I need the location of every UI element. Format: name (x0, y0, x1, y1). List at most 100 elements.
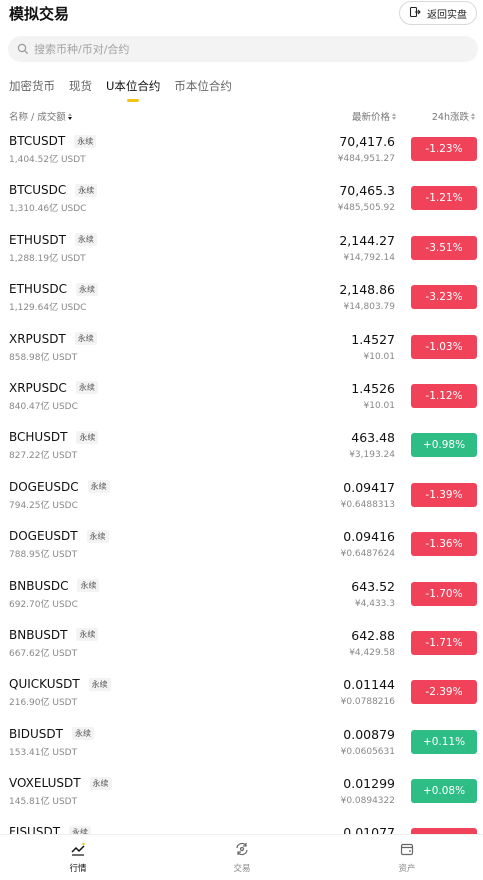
change-badge[interactable]: -1.39% (411, 482, 477, 507)
tabbar-trade-label: 交易 (233, 864, 251, 874)
last-price: 0.01144 (343, 677, 395, 693)
change-badge[interactable]: +0.98% (411, 433, 477, 458)
last-price: 463.48 (351, 430, 395, 446)
tabbar-market[interactable]: 行情 (48, 841, 108, 874)
tab-crypto[interactable]: 加密货币 (9, 78, 55, 102)
market-row[interactable]: VOXELUSDT 永续 145.81亿 USDT 0.01299 ¥0.0894322… (0, 767, 483, 816)
market-row[interactable]: BNBUSDC 永续 692.70亿 USDC 643.52 ¥4,433.3 -1.70… (0, 570, 483, 619)
market-list: BTCUSDT 永续 1,404.52亿 USDT 70,417.6 ¥484,951.… (0, 125, 483, 835)
symbol-group: ETHUSDC 永续 (9, 282, 98, 296)
perpetual-badge: 永续 (75, 282, 98, 296)
symbol-name: BTCUSDT (9, 134, 66, 148)
header: 模拟交易 返回实盘 (0, 0, 483, 30)
tabbar-assets-label: 资产 (398, 864, 416, 874)
tabbar-assets[interactable]: 资产 (377, 841, 437, 874)
perpetual-badge: 永续 (71, 727, 94, 741)
symbol-group: XRPUSDT 永续 (9, 332, 97, 346)
cny-price: ¥484,951.27 (337, 154, 395, 164)
market-row[interactable]: BCHUSDT 永续 827.22亿 USDT 463.48 ¥3,193.24 +0.9… (0, 421, 483, 470)
volume-text: 1,129.64亿 USDC (9, 303, 87, 314)
change-badge[interactable]: -1.70% (411, 581, 477, 606)
market-row[interactable]: ETHUSDC 永续 1,129.64亿 USDC 2,148.86 ¥14,803.7… (0, 273, 483, 322)
market-row[interactable]: DOGEUSDT 永续 788.95亿 USDT 0.09416 ¥0.6487624 -… (0, 520, 483, 569)
market-row[interactable]: XRPUSDC 永续 840.47亿 USDC 1.4526 ¥10.01 -1.12% (0, 372, 483, 421)
tab-coin-futures[interactable]: 币本位合约 (174, 78, 232, 102)
back-to-live-button[interactable]: 返回实盘 (399, 1, 477, 25)
market-row[interactable]: BTCUSDC 永续 1,310.46亿 USDC 70,465.3 ¥485,505.… (0, 174, 483, 223)
sort-by-price[interactable]: 最新价格 (352, 109, 396, 123)
search-bar[interactable] (8, 36, 478, 62)
tab-spot[interactable]: 现货 (69, 78, 92, 102)
cny-price: ¥0.0894322 (340, 796, 395, 807)
cny-price: ¥4,429.58 (349, 647, 395, 658)
page-title: 模拟交易 (9, 5, 70, 23)
perpetual-badge: 永续 (74, 134, 97, 148)
market-tabs: 加密货币 现货 U本位合约 币本位合约 (9, 78, 232, 102)
last-price: 0.09416 (343, 529, 395, 545)
perpetual-badge: 永续 (76, 430, 99, 444)
change-badge[interactable]: -1.36% (411, 532, 477, 557)
market-row[interactable]: QUICKUSDT 永续 216.90亿 USDT 0.01144 ¥0.0788216… (0, 668, 483, 717)
last-price: 0.09417 (343, 479, 395, 495)
sort-icon (392, 112, 396, 120)
tabbar-trade[interactable]: 交易 (212, 841, 272, 874)
symbol-name: DOGEUSDC (9, 479, 79, 494)
exit-icon (409, 6, 421, 21)
market-row[interactable]: DOGEUSDC 永续 794.25亿 USDC 0.09417 ¥0.6488313 -… (0, 471, 483, 520)
symbol-name: BNBUSDT (9, 627, 68, 642)
search-input[interactable] (34, 42, 434, 56)
change-badge[interactable]: -1.71% (411, 630, 477, 655)
tab-usdt-futures[interactable]: U本位合约 (106, 78, 160, 102)
volume-text: 840.47亿 USDC (9, 401, 78, 412)
symbol-name: BTCUSDC (9, 183, 67, 198)
change-badge[interactable]: -1.12% (411, 383, 477, 408)
back-to-live-label: 返回实盘 (427, 9, 467, 21)
symbol-group: BNBUSDC 永续 (9, 579, 100, 593)
market-row[interactable]: BNBUSDT 永续 667.62亿 USDT 642.88 ¥4,429.58 -1.7… (0, 619, 483, 668)
bottom-tab-bar: 行情 交易 资产 (0, 834, 483, 880)
cny-price: ¥0.6488313 (340, 499, 395, 510)
last-price: 0.00879 (343, 726, 395, 742)
market-row[interactable]: XRPUSDT 永续 858.98亿 USDT 1.4527 ¥10.01 -1.03% (0, 323, 483, 372)
last-price: 0.01299 (343, 776, 395, 792)
cny-price: ¥4,433.3 (354, 598, 395, 609)
symbol-group: ETHUSDT 永续 (9, 233, 97, 247)
volume-text: 788.95亿 USDT (9, 550, 78, 561)
symbol-group: DOGEUSDT 永续 (9, 529, 109, 543)
change-badge[interactable]: -3.51% (411, 235, 477, 260)
market-row[interactable]: BTCUSDT 永续 1,404.52亿 USDT 70,417.6 ¥484,951.… (0, 125, 483, 174)
market-row[interactable]: FISUSDT 永续 0.01077 (0, 816, 483, 835)
perpetual-badge: 永续 (87, 480, 110, 494)
last-price: 70,417.6 (339, 134, 395, 149)
trade-exchange-icon (234, 841, 250, 860)
perpetual-badge: 永续 (74, 332, 97, 346)
market-row[interactable]: ETHUSDT 永续 1,288.19亿 USDT 2,144.27 ¥14,792.1… (0, 224, 483, 273)
market-row[interactable]: BIDUSDT 永续 153.41亿 USDT 0.00879 ¥0.0605631 +0… (0, 718, 483, 767)
symbol-name: XRPUSDC (9, 380, 67, 395)
sort-by-change[interactable]: 24h涨跌 (432, 109, 475, 123)
last-price: 642.88 (351, 627, 395, 643)
symbol-name: QUICKUSDT (9, 677, 80, 692)
sort-by-name-volume[interactable]: 名称 / 成交额 (9, 109, 72, 123)
search-icon (17, 40, 29, 59)
symbol-name: BIDUSDT (9, 726, 63, 741)
symbol-name: BCHUSDT (9, 430, 68, 445)
volume-text: 692.70亿 USDC (9, 599, 78, 610)
change-badge[interactable]: +0.11% (411, 729, 477, 754)
cny-price: ¥14,803.79 (343, 302, 395, 313)
symbol-group: DOGEUSDC 永续 (9, 480, 110, 494)
change-badge[interactable]: -2.39% (411, 680, 477, 705)
price-header: 最新价格 (351, 112, 390, 123)
volume-text: 827.22亿 USDT (9, 451, 78, 462)
perpetual-badge: 永续 (88, 677, 111, 691)
sort-icon (67, 112, 72, 120)
change-badge[interactable]: +0.08% (411, 779, 477, 804)
change-badge[interactable]: -3.23% (411, 285, 477, 310)
name-volume-header: 名称 / 成交额 (9, 112, 66, 123)
change-badge[interactable]: -1.03% (411, 334, 477, 359)
change-badge[interactable]: -1.23% (411, 137, 477, 161)
change-badge[interactable]: -1.21% (411, 186, 477, 211)
volume-text: 1,404.52亿 USDT (9, 155, 86, 165)
tabbar-market-label: 行情 (69, 864, 87, 874)
volume-text: 858.98亿 USDT (9, 352, 78, 363)
